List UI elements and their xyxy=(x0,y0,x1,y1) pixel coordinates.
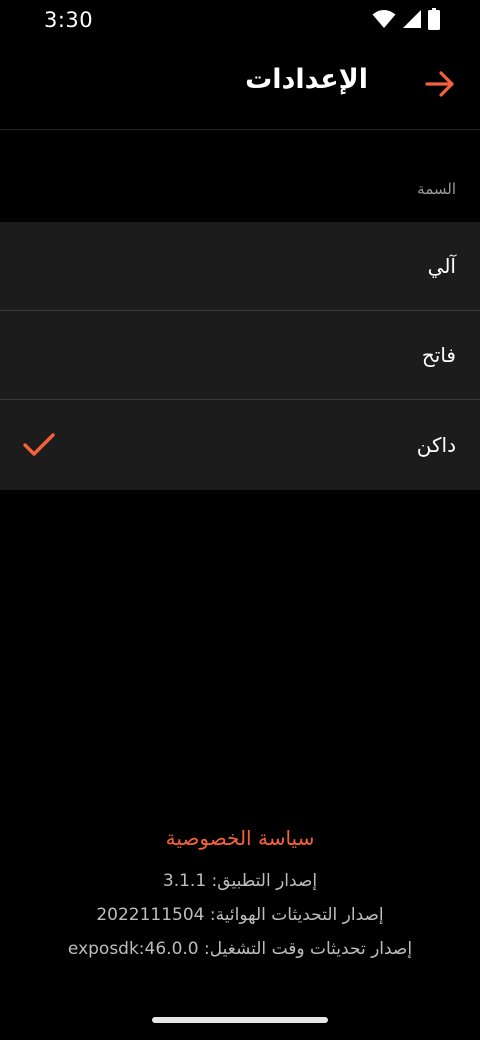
theme-option-label: داكن xyxy=(416,433,456,457)
theme-option-label: فاتح xyxy=(421,343,456,367)
footer: سياسة الخصوصية إصدار التطبيق: 3.1.1 إصدا… xyxy=(0,820,480,966)
ota-version-text: إصدار التحديثات الهوائية: 2022111504 xyxy=(96,905,384,925)
status-icons xyxy=(372,8,440,34)
header: الإعدادات xyxy=(0,44,480,130)
version-info: إصدار التطبيق: 3.1.1 إصدار التحديثات اله… xyxy=(0,864,480,966)
checkmark-icon xyxy=(22,431,56,459)
home-indicator[interactable] xyxy=(152,1017,328,1023)
theme-option-label: آلي xyxy=(427,254,456,278)
battery-icon xyxy=(428,8,440,34)
privacy-policy-link[interactable]: سياسة الخصوصية xyxy=(166,826,315,850)
app-version-text: إصدار التطبيق: 3.1.1 xyxy=(162,871,318,891)
signal-icon xyxy=(402,9,422,33)
wifi-icon xyxy=(372,9,396,33)
theme-option-light[interactable]: فاتح xyxy=(0,311,480,400)
runtime-version-text: إصدار تحديثات وقت التشغيل: exposdk:46.0.… xyxy=(67,939,413,959)
theme-option-auto[interactable]: آلي xyxy=(0,222,480,311)
theme-option-dark[interactable]: داكن xyxy=(0,400,480,490)
back-button[interactable] xyxy=(420,66,460,106)
status-time: 3:30 xyxy=(44,8,94,32)
status-bar: 3:30 xyxy=(0,0,480,44)
theme-options-list: آلي فاتح داكن xyxy=(0,222,480,490)
section-label-theme: السمة xyxy=(417,180,456,198)
arrow-right-icon xyxy=(425,71,455,101)
page-title: الإعدادات xyxy=(245,64,368,95)
